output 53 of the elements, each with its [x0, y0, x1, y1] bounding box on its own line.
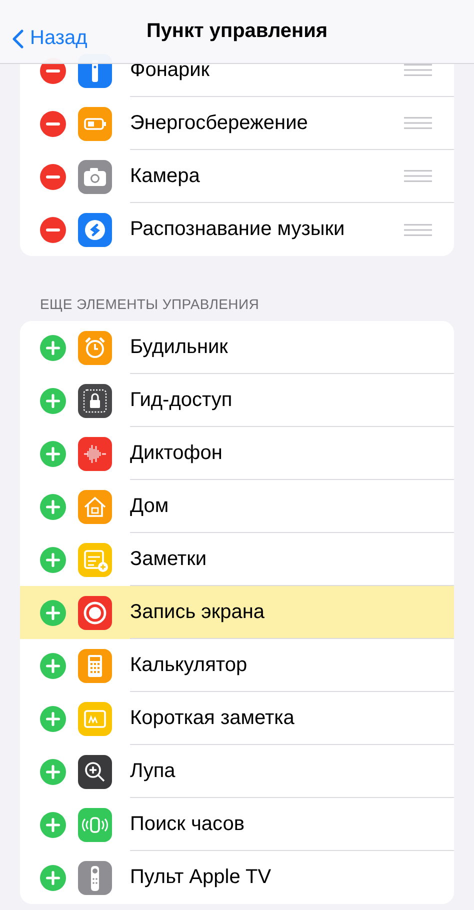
back-button[interactable]: Назад — [8, 25, 92, 52]
plus-icon — [46, 394, 60, 408]
minus-icon — [46, 174, 60, 178]
add-button[interactable] — [40, 600, 66, 626]
plus-icon — [46, 658, 60, 672]
minus-icon — [46, 228, 60, 232]
highlighted-row[interactable]: Запись экрана — [20, 586, 454, 639]
drag-handle-icon[interactable] — [404, 63, 432, 77]
add-button[interactable] — [40, 388, 66, 414]
plus-icon — [46, 712, 60, 726]
drag-handle-icon[interactable] — [404, 222, 432, 236]
control-label: Поиск часов — [130, 812, 246, 836]
drag-handle-icon[interactable] — [404, 116, 432, 130]
minus-icon — [46, 122, 60, 126]
control-label: Калькулятор — [130, 654, 248, 676]
add-button[interactable] — [40, 546, 66, 572]
page-title: Пункт управления — [146, 20, 328, 43]
control-label: Пульт Apple TV — [130, 866, 272, 889]
control-label: Будильник — [130, 336, 229, 358]
add-button[interactable] — [40, 706, 66, 732]
plus-icon — [46, 340, 60, 354]
add-button[interactable] — [40, 758, 66, 784]
minus-icon — [46, 68, 60, 72]
control-label: Распознавание музыки — [130, 218, 346, 241]
plus-icon — [46, 552, 60, 566]
add-button[interactable] — [40, 440, 66, 466]
control-label: Фонарик — [130, 58, 211, 82]
remove-button[interactable] — [40, 110, 66, 136]
control-label: Заметки — [130, 548, 208, 570]
add-button[interactable] — [40, 812, 66, 838]
control-label: Диктофон — [130, 442, 224, 464]
control-label: Гид-доступ — [130, 388, 234, 412]
add-button[interactable] — [40, 864, 66, 890]
remove-button[interactable] — [40, 216, 66, 242]
add-button[interactable] — [40, 334, 66, 360]
plus-icon — [46, 606, 60, 620]
control-label: Дом — [130, 494, 170, 518]
section-header: ЕЩЕ ЭЛЕМЕНТЫ УПРАВЛЕНИЯ — [39, 295, 260, 314]
plus-icon — [46, 446, 60, 460]
chevron-left-icon — [12, 28, 24, 48]
control-label: Энергосбережение — [130, 112, 309, 134]
plus-icon — [46, 870, 60, 884]
plus-icon — [46, 764, 60, 778]
remove-button[interactable] — [40, 164, 66, 190]
control-label: Камера — [130, 164, 201, 188]
control-label: Запись экрана — [130, 600, 266, 624]
plus-icon — [46, 818, 60, 832]
control-label: Лупа — [130, 760, 176, 782]
plus-icon — [46, 500, 60, 514]
drag-handle-icon[interactable] — [404, 169, 432, 183]
add-button[interactable] — [40, 494, 66, 520]
add-button[interactable] — [40, 652, 66, 678]
control-label: Короткая заметка — [130, 706, 296, 730]
